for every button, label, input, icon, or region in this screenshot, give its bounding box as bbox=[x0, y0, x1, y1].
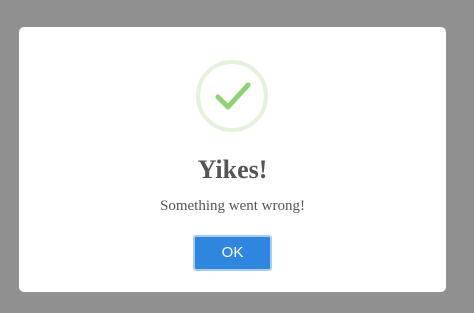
alert-dialog: Yikes! Something went wrong! OK bbox=[19, 27, 446, 292]
dialog-title: Yikes! bbox=[197, 155, 268, 184]
checkmark-icon bbox=[215, 82, 251, 110]
success-icon-circle bbox=[196, 60, 268, 132]
ok-button[interactable]: OK bbox=[193, 235, 272, 271]
dialog-message: Something went wrong! bbox=[160, 198, 305, 214]
